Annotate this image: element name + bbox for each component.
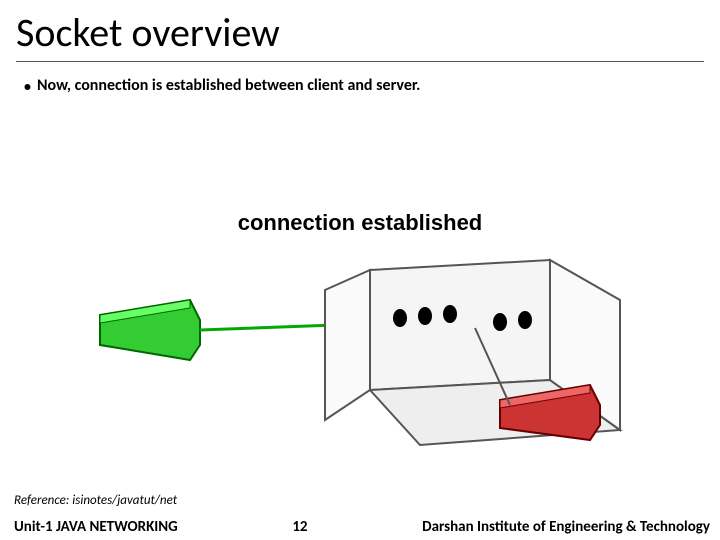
diagram-label-text: connection established [238,210,483,235]
footer-institute: Darshan Institute of Engineering & Techn… [422,518,720,536]
footer-page-number: 12 [178,518,422,536]
slide: Socket overview • Now, connection is est… [0,0,720,540]
bullet-text: Now, connection is established between c… [37,76,420,95]
reference-text: Reference: isinotes/javatut/net [14,493,177,508]
page-title: Socket overview [0,0,720,61]
footer: Unit-1 JAVA NETWORKING 12 Darshan Instit… [0,514,720,540]
bullet-dot-icon: • [24,76,31,98]
bullet-item: • Now, connection is established between… [0,62,720,98]
connection-diagram: connection established [80,210,640,460]
footer-unit: Unit-1 JAVA NETWORKING [0,518,178,536]
client-plug-icon [100,300,200,360]
